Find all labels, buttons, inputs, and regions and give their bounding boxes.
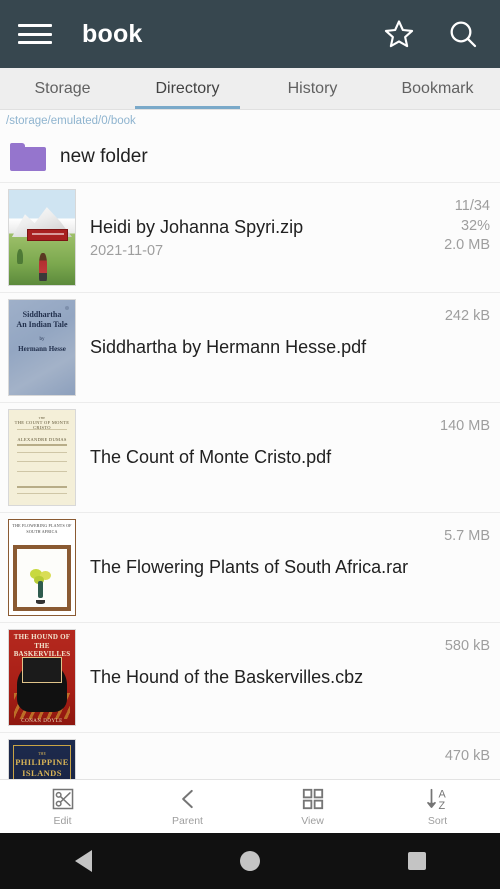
cover-title-line2: ISLANDS xyxy=(22,767,62,778)
app-bar-actions xyxy=(380,15,482,53)
file-meta: 580 kB xyxy=(430,629,490,726)
file-info: The Hound of the Baskervilles.cbz xyxy=(78,629,430,726)
breadcrumb-path[interactable]: /storage/emulated/0/book xyxy=(0,110,500,131)
file-info: Siddhartha by Hermann Hesse.pdf xyxy=(78,299,430,396)
thumbnail-wrap: THE FLOWERING PLANTS OF SOUTH AFRICA xyxy=(8,519,78,616)
svg-text:Z: Z xyxy=(438,800,445,812)
table-row[interactable]: Heidi by Johanna Spyri.zip 2021-11-07 11… xyxy=(0,183,500,293)
file-info: The Flowering Plants of South Africa.rar xyxy=(78,519,430,616)
heidi-book-cover-thumbnail xyxy=(8,189,76,286)
view-label: View xyxy=(301,815,324,827)
file-size: 242 kB xyxy=(444,308,490,324)
folder-name: new folder xyxy=(60,145,148,167)
read-percent: 32% xyxy=(460,217,490,234)
cover-title: THE FLOWERING PLANTS OF SOUTH AFRICA xyxy=(12,522,72,534)
siddhartha-book-cover-thumbnail: Siddhartha An Indian Tale by Hermann Hes… xyxy=(8,299,76,396)
file-meta: 5.7 MB xyxy=(430,519,490,616)
hamburger-line xyxy=(18,24,52,27)
android-recents-icon[interactable] xyxy=(333,852,500,870)
edit-label: Edit xyxy=(53,815,72,827)
file-info: The Count of Monte Cristo.pdf xyxy=(78,409,430,506)
cover-author: Hermann Hesse xyxy=(18,344,66,353)
file-info: The Philippine Islands.cbr xyxy=(78,739,430,779)
file-list: new folder Heidi by Johanna Spyri.zip 20… xyxy=(0,131,500,779)
android-back-icon[interactable] xyxy=(0,850,167,872)
philippine-islands-book-cover-thumbnail: THE PHILIPPINE ISLANDS 1493-1898 VOLUME … xyxy=(8,739,76,779)
hamburger-line xyxy=(18,32,52,36)
file-size: 140 MB xyxy=(440,418,490,434)
table-row[interactable]: THE HOUND OF THE BASKERVILLES CONAN DOYL… xyxy=(0,623,500,733)
thumbnail-wrap: Siddhartha An Indian Tale by Hermann Hes… xyxy=(8,299,78,396)
star-outline-icon[interactable] xyxy=(380,15,418,53)
android-nav-bar xyxy=(0,833,500,889)
list-item-folder[interactable]: new folder xyxy=(0,131,500,183)
parent-button[interactable]: Parent xyxy=(125,786,250,827)
folder-icon xyxy=(10,142,46,171)
hamburger-line xyxy=(18,41,52,44)
page-title: book xyxy=(82,19,143,48)
cover-title: THE HOUND OF THE BASKERVILLES xyxy=(13,632,71,659)
file-size: 470 kB xyxy=(444,748,490,764)
file-info: Heidi by Johanna Spyri.zip 2021-11-07 xyxy=(78,189,430,286)
file-size: 5.7 MB xyxy=(444,528,490,544)
svg-text:A: A xyxy=(438,788,446,800)
sort-button[interactable]: A Z Sort xyxy=(375,786,500,827)
table-row[interactable]: THE FLOWERING PLANTS OF SOUTH AFRICA The… xyxy=(0,513,500,623)
file-size: 580 kB xyxy=(444,638,490,654)
flowering-plants-book-cover-thumbnail: THE FLOWERING PLANTS OF SOUTH AFRICA xyxy=(8,519,76,616)
bottom-toolbar: Edit Parent View A Z Sort xyxy=(0,779,500,833)
thumbnail-wrap: THE THE COUNT OF MONTE CRISTO ALEXANDRE … xyxy=(8,409,78,506)
file-size: 2.0 MB xyxy=(444,237,490,254)
file-meta: 11/34 32% 2.0 MB xyxy=(430,189,490,286)
file-name: The Count of Monte Cristo.pdf xyxy=(90,447,332,468)
file-name: The Hound of the Baskervilles.cbz xyxy=(90,667,364,688)
file-date: 2021-11-07 xyxy=(90,243,164,260)
tab-storage[interactable]: Storage xyxy=(0,68,125,109)
read-progress: 11/34 xyxy=(454,198,490,214)
file-meta: 242 kB xyxy=(430,299,490,396)
thumbnail-wrap xyxy=(8,189,78,286)
android-home-icon[interactable] xyxy=(167,851,334,871)
thumbnail-wrap: THE HOUND OF THE BASKERVILLES CONAN DOYL… xyxy=(8,629,78,726)
file-name: The Philippine Islands.cbr xyxy=(90,776,430,779)
tab-history[interactable]: History xyxy=(250,68,375,109)
tab-directory[interactable]: Directory xyxy=(125,68,250,109)
table-row[interactable]: Siddhartha An Indian Tale by Hermann Hes… xyxy=(0,293,500,403)
file-name: Heidi by Johanna Spyri.zip xyxy=(90,216,304,237)
search-icon[interactable] xyxy=(444,15,482,53)
edit-button[interactable]: Edit xyxy=(0,786,125,827)
table-row[interactable]: THE THE COUNT OF MONTE CRISTO ALEXANDRE … xyxy=(0,403,500,513)
monte-cristo-book-cover-thumbnail: THE THE COUNT OF MONTE CRISTO ALEXANDRE … xyxy=(8,409,76,506)
sort-label: Sort xyxy=(427,815,448,827)
cover-by: by xyxy=(39,336,45,342)
app-root: book Storage Directory History Bookmark … xyxy=(0,0,500,889)
table-row[interactable]: THE PHILIPPINE ISLANDS 1493-1898 VOLUME … xyxy=(0,733,500,779)
view-button[interactable]: View xyxy=(250,786,375,827)
hound-baskervilles-book-cover-thumbnail: THE HOUND OF THE BASKERVILLES CONAN DOYL… xyxy=(8,629,76,726)
file-name: The Flowering Plants of South Africa.rar xyxy=(90,557,409,578)
cover-title-line1: PHILIPPINE xyxy=(15,756,69,767)
app-bar: book xyxy=(0,0,500,68)
tab-bookmark[interactable]: Bookmark xyxy=(375,68,500,109)
parent-label: Parent xyxy=(172,815,203,827)
file-meta: 140 MB xyxy=(430,409,490,506)
thumbnail-wrap: THE PHILIPPINE ISLANDS 1493-1898 VOLUME … xyxy=(8,739,78,779)
cover-title-line2: An Indian Tale xyxy=(16,319,68,329)
cover-author: ALEXANDRE DUMAS xyxy=(17,436,67,442)
tab-bar: Storage Directory History Bookmark xyxy=(0,68,500,110)
file-name: Siddhartha by Hermann Hesse.pdf xyxy=(90,337,367,358)
cover-author: CONAN DOYLE xyxy=(21,719,63,725)
hamburger-menu-icon[interactable] xyxy=(18,21,52,47)
cover-title-line1: Siddhartha xyxy=(22,309,62,319)
file-meta: 470 kB xyxy=(430,739,490,779)
